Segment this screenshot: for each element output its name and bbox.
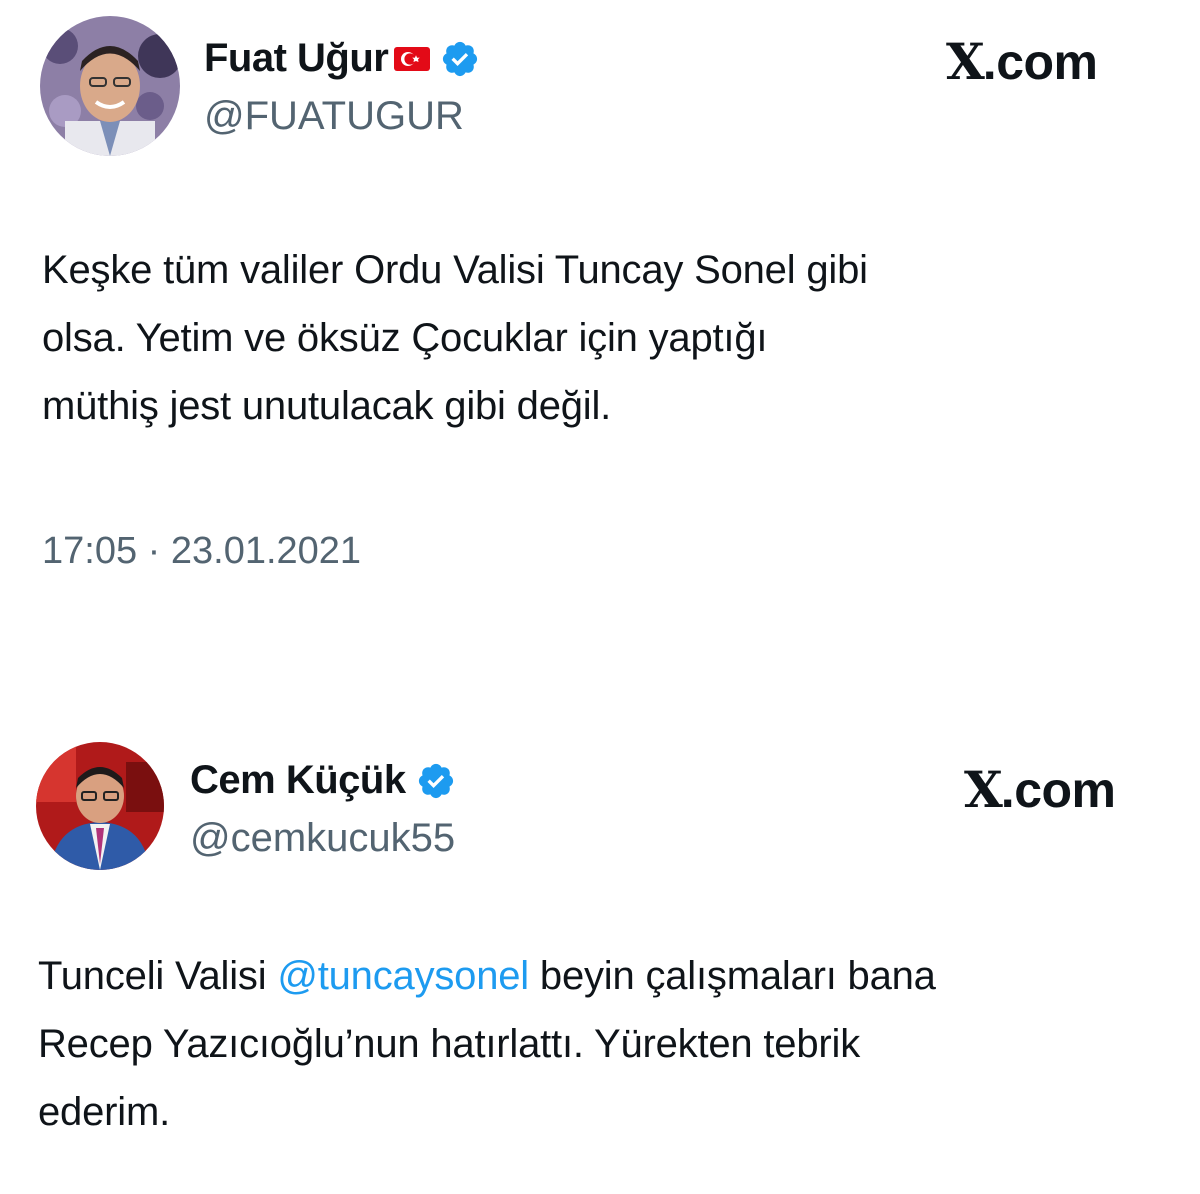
brand-suffix: .com — [982, 34, 1098, 90]
avatar[interactable] — [36, 742, 164, 870]
turkey-flag-icon — [394, 46, 431, 71]
tweet-card-fuat-ugur: Fuat Uğur @FUATUGUR X.com Keşke tüm vali… — [0, 0, 1200, 640]
user-photo-icon — [40, 16, 180, 156]
text-segment: Tunceli Valisi — [38, 954, 278, 998]
name-row: Cem Küçük — [190, 758, 456, 803]
tweet-text-line: Recep Yazıcıoğlu’nun hatırlattı. Yürekte… — [38, 1022, 861, 1066]
x-logo-icon: X — [946, 32, 985, 91]
user-handle[interactable]: @cemkucuk55 — [190, 816, 455, 861]
user-handle[interactable]: @FUATUGUR — [204, 94, 464, 139]
x-logo-icon: X — [964, 760, 1003, 819]
mention-link[interactable]: @tuncaysonel — [277, 954, 529, 998]
display-name[interactable]: Fuat Uğur — [204, 36, 389, 81]
tweet-text: Tunceli Valisi @tuncaysonel beyin çalışm… — [38, 942, 936, 1146]
verified-badge-icon — [440, 39, 480, 79]
name-row: Fuat Uğur — [204, 36, 480, 81]
tweet-timestamp[interactable]: 17:05 · 23.01.2021 — [42, 530, 361, 573]
tweet-text-line: ederim. — [38, 1090, 170, 1134]
verified-badge-icon — [416, 761, 456, 801]
tweet-text-line: Keşke tüm valiler Ordu Valisi Tuncay Son… — [42, 248, 868, 292]
tweet-text-line: Tunceli Valisi @tuncaysonel beyin çalışm… — [38, 942, 936, 1010]
user-photo-icon — [36, 742, 164, 870]
tweet-card-cem-kucuk: Cem Küçük @cemkucuk55 X.com Tunceli Vali… — [0, 720, 1200, 1194]
display-name[interactable]: Cem Küçük — [190, 758, 406, 803]
tweet-text: Keşke tüm valiler Ordu Valisi Tuncay Son… — [42, 236, 868, 440]
x-com-logo[interactable]: X.com — [964, 760, 1116, 819]
text-segment: beyin çalışmaları bana — [529, 954, 936, 998]
x-com-logo[interactable]: X.com — [946, 32, 1098, 91]
brand-suffix: .com — [1000, 762, 1116, 818]
tweet-text-line: olsa. Yetim ve öksüz Çocuklar için yaptı… — [42, 316, 768, 360]
tweet-text-line: müthiş jest unutulacak gibi değil. — [42, 384, 612, 428]
avatar[interactable] — [40, 16, 180, 156]
